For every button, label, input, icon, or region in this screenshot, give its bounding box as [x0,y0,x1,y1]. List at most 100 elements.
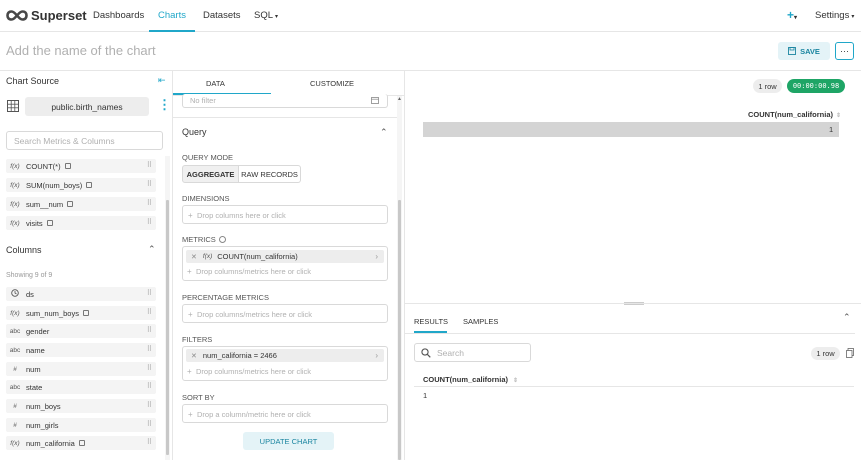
nav-sql-label: SQL [254,10,274,21]
nav-dashboards[interactable]: Dashboards [93,10,144,21]
dimensions-label: DIMENSIONS [182,194,230,203]
metric-name: visits [26,218,43,228]
chevron-up-icon[interactable]: ⌃ [148,244,156,255]
update-chart-button[interactable]: UPDATE CHART [243,432,334,450]
drag-handle-icon[interactable]: ⠿ [147,218,152,226]
column-name: sum_num_boys [26,308,79,318]
drag-handle-icon[interactable]: ⠿ [147,382,152,390]
drag-handle-icon[interactable]: ⠿ [147,308,152,316]
brand-name: Superset [31,8,87,23]
column-item[interactable]: abc state ⠿ [6,380,156,394]
percentage-metrics-label: PERCENTAGE METRICS [182,293,269,302]
drag-handle-icon[interactable]: ⠿ [147,401,152,409]
time-filter-field[interactable]: No filter [182,94,388,108]
tab-data[interactable]: DATA [206,79,225,88]
column-item[interactable]: f(x) num_california ⠿ [6,436,156,450]
metric-item[interactable]: f(x) sum__num ⠿ [6,197,156,211]
chevron-up-icon[interactable]: ⌃ [843,312,851,323]
metric-name: sum__num [26,199,64,209]
column-item[interactable]: # num_boys ⠿ [6,399,156,413]
collapse-panel-icon[interactable]: ⇤ [158,75,166,86]
scroll-up-icon[interactable]: ▲ [397,96,402,102]
superset-logo-icon [6,10,28,21]
dataset-menu-icon[interactable]: ⋮ [158,98,171,111]
copy-icon[interactable] [846,348,854,358]
results-table-header[interactable]: COUNT(num_california) ⇕ [423,375,518,384]
column-name: num_california [26,438,75,448]
drag-handle-icon[interactable]: ⠿ [147,364,152,372]
query-timer-badge: 00:00:00.98 [787,79,845,93]
metric-name: COUNT(*) [26,161,61,171]
chevron-up-icon[interactable]: ⌃ [380,127,388,138]
info-icon [82,310,89,316]
results-search-input[interactable]: Search [414,343,531,362]
chevron-right-icon: › [375,351,378,360]
drag-handle-icon[interactable]: ⠿ [147,420,152,428]
chevron-right-icon: › [375,252,378,261]
raw-records-mode-button[interactable]: RAW RECORDS [239,165,301,183]
sort-by-drop-zone[interactable]: + Drop a column/metric here or click [182,404,388,423]
superset-logo[interactable]: Superset [6,8,87,23]
chevron-down-icon: ▾ [851,14,855,20]
plus-icon: + [188,211,193,220]
nav-sql[interactable]: SQL ▾ [254,10,278,21]
column-item[interactable]: # num ⠿ [6,362,156,376]
column-item[interactable]: f(x) sum_num_boys ⠿ [6,306,156,320]
more-options-button[interactable]: ··· [835,42,854,60]
column-item[interactable]: abc name ⠿ [6,343,156,357]
metric-chip[interactable]: ✕ f(x) COUNT(num_california) › [186,250,384,263]
function-icon: f(x) [202,253,213,260]
metric-item[interactable]: f(x) COUNT(*) ⠿ [6,159,156,173]
nav-charts[interactable]: Charts [158,10,186,21]
save-button[interactable]: SAVE [778,42,830,60]
results-table-header-text: COUNT(num_california) [423,375,509,384]
numeric-type-icon: # [13,365,17,373]
percentage-metrics-drop-zone[interactable]: + Drop columns/metrics here or click [182,304,388,323]
remove-icon[interactable]: ✕ [191,352,197,360]
aggregate-mode-button[interactable]: AGGREGATE [182,165,239,183]
plus-icon: + [188,410,193,419]
filter-chip-label: num_california = 2466 [202,351,277,360]
left-scrollbar-thumb[interactable] [166,200,169,455]
section-divider [173,117,398,118]
drag-handle-icon[interactable]: ⠿ [147,438,152,446]
save-label: SAVE [800,46,820,56]
remove-icon[interactable]: ✕ [191,253,197,261]
dimensions-drop-zone[interactable]: + Drop columns here or click [182,205,388,224]
string-type-icon: abc [9,383,21,391]
dataset-selector[interactable]: public.birth_names [25,97,149,116]
left-panel-divider [172,70,173,460]
resize-handle-icon[interactable] [624,302,644,305]
drag-handle-icon[interactable]: ⠿ [147,161,152,169]
filters-add-row[interactable]: + Drop columns/metrics here or click [182,367,388,376]
filter-chip[interactable]: ✕ num_california = 2466 › [186,349,384,362]
query-mode-label: QUERY MODE [182,153,233,162]
metric-item[interactable]: f(x) visits ⠿ [6,216,156,230]
drag-handle-icon[interactable]: ⠿ [147,199,152,207]
sort-by-label: SORT BY [182,393,215,402]
nav-datasets[interactable]: Datasets [203,10,241,21]
tab-results[interactable]: RESULTS [414,317,448,326]
drag-handle-icon[interactable]: ⠿ [147,180,152,188]
results-table-value: 1 [423,391,428,400]
chart-name-input[interactable]: Add the name of the chart [6,43,156,58]
nav-settings[interactable]: Settings ▾ [815,10,854,21]
middle-panel-divider [404,70,405,460]
chart-source-title: Chart Source [6,76,60,86]
column-item[interactable]: ds ⠿ [6,287,156,301]
drag-handle-icon[interactable]: ⠿ [147,326,152,334]
metrics-columns-search-input[interactable]: Search Metrics & Columns [6,131,163,150]
drag-handle-icon[interactable]: ⠿ [147,289,152,297]
metrics-label-text: METRICS [182,235,216,244]
sort-icon: ⇕ [836,113,842,119]
plus-icon[interactable]: +▾ [787,8,797,22]
column-item[interactable]: abc gender ⠿ [6,324,156,338]
metrics-add-row[interactable]: + Drop columns/metrics here or click [182,267,388,276]
tab-customize[interactable]: CUSTOMIZE [310,79,354,88]
drag-handle-icon[interactable]: ⠿ [147,345,152,353]
chart-table-header[interactable]: COUNT(num_california) ⇕ [748,110,841,119]
middle-scrollbar-thumb[interactable] [398,200,401,460]
column-item[interactable]: # num_girls ⠿ [6,418,156,432]
metric-item[interactable]: f(x) SUM(num_boys) ⠿ [6,178,156,192]
tab-samples[interactable]: SAMPLES [463,317,498,326]
